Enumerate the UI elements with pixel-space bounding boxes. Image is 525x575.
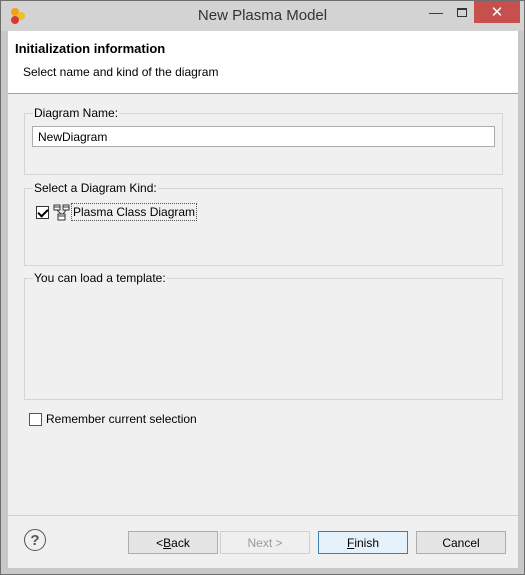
- minimize-icon: —: [429, 4, 443, 20]
- diagram-name-input[interactable]: [32, 126, 495, 147]
- page-title: Initialization information: [15, 41, 166, 56]
- help-icon[interactable]: ?: [24, 529, 46, 551]
- title-bar: New Plasma Model — ✕: [1, 1, 524, 31]
- close-icon: ✕: [490, 4, 504, 21]
- close-button[interactable]: ✕: [474, 1, 520, 23]
- maximize-button[interactable]: [448, 1, 476, 23]
- back-button-mnemonic: B: [163, 535, 172, 550]
- diagram-kind-item[interactable]: Plasma Class Diagram: [36, 202, 198, 222]
- finish-button-rest: inish: [354, 535, 380, 550]
- footer-separator: [8, 515, 518, 516]
- minimize-button[interactable]: —: [422, 1, 450, 23]
- diagram-kind-item-label: Plasma Class Diagram: [71, 203, 198, 221]
- back-button-prefix: <: [156, 535, 164, 550]
- diagram-kind-label: Select a Diagram Kind:: [33, 181, 158, 195]
- diagram-kind-group: Select a Diagram Kind: Plasma Class Diag…: [24, 181, 503, 266]
- diagram-name-label: Diagram Name:: [33, 106, 120, 120]
- class-diagram-icon: [53, 204, 70, 220]
- back-button[interactable]: < Back: [128, 531, 218, 554]
- finish-button[interactable]: Finish: [318, 531, 408, 554]
- template-group: You can load a template:: [24, 271, 503, 400]
- diagram-kind-checkbox[interactable]: [36, 205, 49, 219]
- wizard-header: Initialization information Select name a…: [8, 31, 518, 94]
- dialog-client-area: Initialization information Select name a…: [8, 31, 518, 568]
- page-description: Select name and kind of the diagram: [23, 65, 219, 79]
- finish-button-mnemonic: F: [346, 535, 355, 550]
- maximize-icon: [457, 7, 467, 17]
- dialog-window: New Plasma Model — ✕ Initialization info…: [0, 0, 525, 575]
- template-label: You can load a template:: [33, 271, 167, 285]
- remember-selection[interactable]: Remember current selection: [29, 412, 197, 426]
- next-button[interactable]: Next >: [220, 531, 310, 554]
- back-button-rest: ack: [171, 535, 190, 550]
- remember-selection-checkbox[interactable]: [29, 412, 42, 426]
- cancel-button[interactable]: Cancel: [416, 531, 506, 554]
- diagram-name-group: Diagram Name:: [24, 106, 503, 175]
- remember-selection-label: Remember current selection: [46, 412, 197, 426]
